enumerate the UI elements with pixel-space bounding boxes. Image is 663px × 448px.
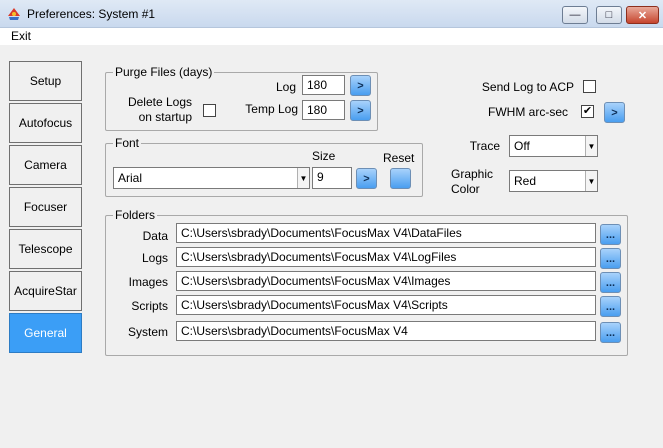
client-area: Setup Autofocus Camera Focuser Telescope…	[0, 45, 663, 448]
delete-logs-label-2: on startup	[138, 110, 192, 124]
arrow-right-icon: >	[363, 172, 370, 185]
tab-acquirestar-label: AcquireStar	[14, 284, 77, 298]
title-bar: Preferences: System #1 — □ ✕	[0, 0, 663, 28]
maximize-icon: □	[605, 9, 613, 21]
folder-logs-browse-button[interactable]: ...	[600, 248, 621, 269]
ellipsis-icon: ...	[605, 276, 616, 289]
trace-label: Trace	[469, 139, 500, 153]
delete-logs-label-1: Delete Logs	[127, 95, 192, 109]
graphic-color-label-1: Graphic	[451, 167, 494, 181]
tab-camera[interactable]: Camera	[9, 145, 82, 185]
tab-telescope-label: Telescope	[18, 242, 73, 256]
folder-images-label: Images	[128, 275, 168, 289]
temp-log-label: Temp Log	[245, 102, 298, 116]
check-mark-icon: ✔	[582, 105, 593, 117]
trace-select[interactable]: Off ▼	[509, 135, 598, 157]
folder-scripts-label: Scripts	[131, 299, 168, 313]
dropdown-arrow-icon: ▼	[585, 136, 597, 156]
folders-group-title: Folders	[113, 208, 158, 222]
dropdown-arrow-icon: ▼	[585, 171, 597, 191]
minimize-icon: —	[569, 9, 581, 21]
delete-logs-checkbox[interactable]	[203, 104, 216, 117]
app-icon	[8, 8, 20, 20]
font-reset-label: Reset	[383, 151, 415, 165]
minimize-button[interactable]: —	[562, 6, 588, 24]
ellipsis-icon: ...	[605, 228, 616, 241]
arrow-right-icon: >	[611, 106, 618, 119]
tab-autofocus-label: Autofocus	[18, 116, 73, 130]
tab-camera-label: Camera	[24, 158, 67, 172]
tab-setup[interactable]: Setup	[9, 61, 82, 101]
fwhm-arcsec-checkbox[interactable]: ✔	[581, 105, 594, 118]
arrow-right-icon: >	[357, 104, 364, 117]
tab-autofocus[interactable]: Autofocus	[9, 103, 82, 143]
close-icon: ✕	[637, 9, 648, 22]
fwhm-arcsec-label: FWHM arc-sec	[488, 105, 568, 119]
log-days-apply-button[interactable]: >	[350, 75, 371, 96]
dropdown-arrow-icon: ▼	[297, 168, 309, 188]
folder-data-label: Data	[142, 229, 168, 243]
trace-value: Off	[514, 139, 530, 153]
font-size-input[interactable]: 9	[312, 167, 352, 189]
tab-general-label: General	[24, 326, 67, 340]
tab-focuser-label: Focuser	[23, 200, 68, 214]
tab-general[interactable]: General	[9, 313, 82, 353]
ellipsis-icon: ...	[605, 252, 616, 265]
temp-log-input[interactable]: 180	[302, 100, 345, 120]
send-log-acp-checkbox[interactable]	[583, 80, 596, 93]
folder-images-browse-button[interactable]: ...	[600, 272, 621, 293]
font-size-apply-button[interactable]: >	[356, 168, 377, 189]
font-select[interactable]: Arial ▼	[113, 167, 310, 189]
ellipsis-icon: ...	[605, 326, 616, 339]
folder-logs-path[interactable]: C:\Users\sbrady\Documents\FocusMax V4\Lo…	[176, 247, 596, 267]
menu-exit[interactable]: Exit	[11, 29, 31, 43]
folder-logs-label: Logs	[141, 251, 168, 265]
folder-system-browse-button[interactable]: ...	[600, 322, 621, 343]
tab-focuser[interactable]: Focuser	[9, 187, 82, 227]
tab-setup-label: Setup	[29, 74, 62, 88]
send-log-acp-label: Send Log to ACP	[481, 80, 574, 94]
maximize-button[interactable]: □	[596, 6, 622, 24]
fwhm-apply-button[interactable]: >	[604, 102, 625, 123]
purge-files-title: Purge Files (days)	[113, 65, 215, 79]
tab-telescope[interactable]: Telescope	[9, 229, 82, 269]
folder-system-label: System	[127, 325, 168, 339]
font-name-value: Arial	[118, 171, 143, 185]
graphic-color-select[interactable]: Red ▼	[509, 170, 598, 192]
arrow-right-icon: >	[357, 79, 364, 92]
font-reset-button[interactable]	[390, 168, 411, 189]
folder-data-path[interactable]: C:\Users\sbrady\Documents\FocusMax V4\Da…	[176, 223, 596, 243]
folder-scripts-path[interactable]: C:\Users\sbrady\Documents\FocusMax V4\Sc…	[176, 295, 596, 315]
graphic-color-label-2: Color	[451, 182, 480, 196]
folder-scripts-browse-button[interactable]: ...	[600, 296, 621, 317]
graphic-color-value: Red	[514, 174, 537, 188]
font-group-title: Font	[113, 136, 142, 150]
folder-images-path[interactable]: C:\Users\sbrady\Documents\FocusMax V4\Im…	[176, 271, 596, 291]
menu-bar: Exit	[0, 28, 663, 45]
folder-system-path[interactable]: C:\Users\sbrady\Documents\FocusMax V4	[176, 321, 596, 341]
font-size-label: Size	[312, 149, 336, 163]
window-title: Preferences: System #1	[27, 7, 156, 21]
log-days-label: Log	[275, 80, 296, 94]
close-button[interactable]: ✕	[626, 6, 659, 24]
tab-acquirestar[interactable]: AcquireStar	[9, 271, 82, 311]
folder-data-browse-button[interactable]: ...	[600, 224, 621, 245]
log-days-input[interactable]: 180	[302, 75, 345, 95]
temp-log-apply-button[interactable]: >	[350, 100, 371, 121]
ellipsis-icon: ...	[605, 300, 616, 313]
